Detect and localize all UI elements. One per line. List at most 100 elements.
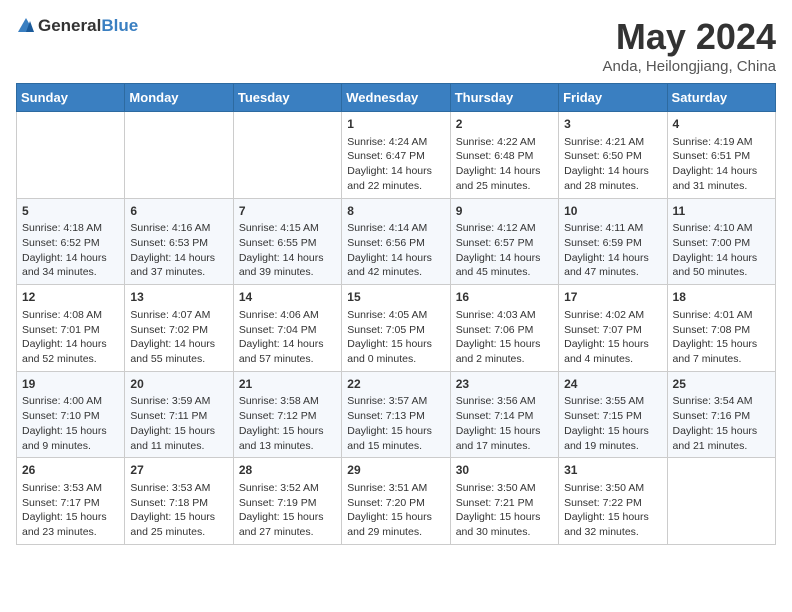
day-number: 23	[456, 376, 553, 393]
calendar-day: 11Sunrise: 4:10 AM Sunset: 7:00 PM Dayli…	[667, 198, 775, 285]
day-number: 16	[456, 289, 553, 306]
day-info: Sunrise: 3:51 AM Sunset: 7:20 PM Dayligh…	[347, 481, 444, 540]
location-subtitle: Anda, Heilongjiang, China	[603, 58, 776, 75]
logo-blue-text: Blue	[101, 16, 138, 35]
calendar-day: 19Sunrise: 4:00 AM Sunset: 7:10 PM Dayli…	[17, 371, 125, 458]
day-info: Sunrise: 3:52 AM Sunset: 7:19 PM Dayligh…	[239, 481, 336, 540]
day-info: Sunrise: 4:24 AM Sunset: 6:47 PM Dayligh…	[347, 135, 444, 194]
logo: GeneralBlue	[16, 16, 138, 36]
day-info: Sunrise: 4:10 AM Sunset: 7:00 PM Dayligh…	[673, 221, 770, 280]
calendar-day	[667, 458, 775, 545]
day-info: Sunrise: 3:58 AM Sunset: 7:12 PM Dayligh…	[239, 394, 336, 453]
calendar-day: 10Sunrise: 4:11 AM Sunset: 6:59 PM Dayli…	[559, 198, 667, 285]
calendar-day: 3 Sunrise: 4:21 AM Sunset: 6:50 PM Daylig…	[559, 112, 667, 199]
day-number: 10	[564, 203, 661, 220]
day-number: 13	[130, 289, 227, 306]
calendar-day: 6Sunrise: 4:16 AM Sunset: 6:53 PM Daylig…	[125, 198, 233, 285]
day-number: 26	[22, 462, 119, 479]
day-number: 18	[673, 289, 770, 306]
calendar-day: 28 Sunrise: 3:52 AM Sunset: 7:19 PM Dayli…	[233, 458, 341, 545]
day-info: Sunrise: 3:53 AM Sunset: 7:17 PM Dayligh…	[22, 481, 119, 540]
calendar-day: 30 Sunrise: 3:50 AM Sunset: 7:21 PM Dayli…	[450, 458, 558, 545]
calendar-day: 26 Sunrise: 3:53 AM Sunset: 7:17 PM Dayli…	[17, 458, 125, 545]
day-number: 20	[130, 376, 227, 393]
day-info: Sunrise: 4:12 AM Sunset: 6:57 PM Dayligh…	[456, 221, 553, 280]
weekday-header-sunday: Sunday	[17, 84, 125, 112]
day-number: 3	[564, 116, 661, 133]
day-info: Sunrise: 4:08 AM Sunset: 7:01 PM Dayligh…	[22, 308, 119, 367]
calendar-day: 5Sunrise: 4:18 AM Sunset: 6:52 PM Daylig…	[17, 198, 125, 285]
day-number: 12	[22, 289, 119, 306]
calendar-day	[125, 112, 233, 199]
day-info: Sunrise: 3:50 AM Sunset: 7:22 PM Dayligh…	[564, 481, 661, 540]
calendar-body: 1 Sunrise: 4:24 AM Sunset: 6:47 PM Daylig…	[17, 112, 776, 545]
calendar-day: 16 Sunrise: 4:03 AM Sunset: 7:06 PM Dayli…	[450, 285, 558, 372]
day-number: 5	[22, 203, 119, 220]
day-info: Sunrise: 4:18 AM Sunset: 6:52 PM Dayligh…	[22, 221, 119, 280]
day-number: 29	[347, 462, 444, 479]
month-year-title: May 2024	[603, 16, 776, 58]
calendar-day	[233, 112, 341, 199]
calendar-day: 24Sunrise: 3:55 AM Sunset: 7:15 PM Dayli…	[559, 371, 667, 458]
calendar-day: 9Sunrise: 4:12 AM Sunset: 6:57 PM Daylig…	[450, 198, 558, 285]
calendar-day: 21Sunrise: 3:58 AM Sunset: 7:12 PM Dayli…	[233, 371, 341, 458]
calendar-day: 25Sunrise: 3:54 AM Sunset: 7:16 PM Dayli…	[667, 371, 775, 458]
calendar-day: 13 Sunrise: 4:07 AM Sunset: 7:02 PM Dayli…	[125, 285, 233, 372]
day-number: 27	[130, 462, 227, 479]
day-info: Sunrise: 4:01 AM Sunset: 7:08 PM Dayligh…	[673, 308, 770, 367]
calendar-week-4: 19Sunrise: 4:00 AM Sunset: 7:10 PM Dayli…	[17, 371, 776, 458]
day-info: Sunrise: 3:55 AM Sunset: 7:15 PM Dayligh…	[564, 394, 661, 453]
calendar-day: 23Sunrise: 3:56 AM Sunset: 7:14 PM Dayli…	[450, 371, 558, 458]
day-info: Sunrise: 4:06 AM Sunset: 7:04 PM Dayligh…	[239, 308, 336, 367]
title-block: May 2024 Anda, Heilongjiang, China	[603, 16, 776, 75]
day-info: Sunrise: 4:05 AM Sunset: 7:05 PM Dayligh…	[347, 308, 444, 367]
calendar-day: 27Sunrise: 3:53 AM Sunset: 7:18 PM Dayli…	[125, 458, 233, 545]
day-number: 30	[456, 462, 553, 479]
weekday-header-friday: Friday	[559, 84, 667, 112]
calendar-day: 20Sunrise: 3:59 AM Sunset: 7:11 PM Dayli…	[125, 371, 233, 458]
calendar-day: 7Sunrise: 4:15 AM Sunset: 6:55 PM Daylig…	[233, 198, 341, 285]
day-number: 22	[347, 376, 444, 393]
day-info: Sunrise: 4:07 AM Sunset: 7:02 PM Dayligh…	[130, 308, 227, 367]
day-info: Sunrise: 4:14 AM Sunset: 6:56 PM Dayligh…	[347, 221, 444, 280]
day-info: Sunrise: 4:21 AM Sunset: 6:50 PM Dayligh…	[564, 135, 661, 194]
calendar-day: 15 Sunrise: 4:05 AM Sunset: 7:05 PM Dayli…	[342, 285, 450, 372]
day-info: Sunrise: 3:50 AM Sunset: 7:21 PM Dayligh…	[456, 481, 553, 540]
calendar-week-1: 1 Sunrise: 4:24 AM Sunset: 6:47 PM Daylig…	[17, 112, 776, 199]
weekday-header-saturday: Saturday	[667, 84, 775, 112]
calendar-day: 12 Sunrise: 4:08 AM Sunset: 7:01 PM Dayli…	[17, 285, 125, 372]
day-number: 15	[347, 289, 444, 306]
calendar-day: 14Sunrise: 4:06 AM Sunset: 7:04 PM Dayli…	[233, 285, 341, 372]
calendar-day: 4Sunrise: 4:19 AM Sunset: 6:51 PM Daylig…	[667, 112, 775, 199]
weekday-header-tuesday: Tuesday	[233, 84, 341, 112]
day-info: Sunrise: 4:19 AM Sunset: 6:51 PM Dayligh…	[673, 135, 770, 194]
day-number: 24	[564, 376, 661, 393]
day-number: 11	[673, 203, 770, 220]
day-info: Sunrise: 4:15 AM Sunset: 6:55 PM Dayligh…	[239, 221, 336, 280]
day-info: Sunrise: 4:11 AM Sunset: 6:59 PM Dayligh…	[564, 221, 661, 280]
weekday-header-monday: Monday	[125, 84, 233, 112]
day-info: Sunrise: 4:00 AM Sunset: 7:10 PM Dayligh…	[22, 394, 119, 453]
day-number: 8	[347, 203, 444, 220]
day-number: 31	[564, 462, 661, 479]
calendar-day: 17 Sunrise: 4:02 AM Sunset: 7:07 PM Dayli…	[559, 285, 667, 372]
day-number: 28	[239, 462, 336, 479]
day-number: 17	[564, 289, 661, 306]
day-info: Sunrise: 3:56 AM Sunset: 7:14 PM Dayligh…	[456, 394, 553, 453]
day-info: Sunrise: 4:02 AM Sunset: 7:07 PM Dayligh…	[564, 308, 661, 367]
day-number: 19	[22, 376, 119, 393]
calendar-day: 29 Sunrise: 3:51 AM Sunset: 7:20 PM Dayli…	[342, 458, 450, 545]
calendar-day: 1 Sunrise: 4:24 AM Sunset: 6:47 PM Daylig…	[342, 112, 450, 199]
weekday-header-row: SundayMondayTuesdayWednesdayThursdayFrid…	[17, 84, 776, 112]
day-number: 7	[239, 203, 336, 220]
day-number: 9	[456, 203, 553, 220]
calendar-day: 22Sunrise: 3:57 AM Sunset: 7:13 PM Dayli…	[342, 371, 450, 458]
weekday-header-thursday: Thursday	[450, 84, 558, 112]
day-info: Sunrise: 3:57 AM Sunset: 7:13 PM Dayligh…	[347, 394, 444, 453]
day-info: Sunrise: 4:03 AM Sunset: 7:06 PM Dayligh…	[456, 308, 553, 367]
day-info: Sunrise: 4:22 AM Sunset: 6:48 PM Dayligh…	[456, 135, 553, 194]
calendar-day: 8Sunrise: 4:14 AM Sunset: 6:56 PM Daylig…	[342, 198, 450, 285]
day-number: 6	[130, 203, 227, 220]
calendar-day: 18 Sunrise: 4:01 AM Sunset: 7:08 PM Dayli…	[667, 285, 775, 372]
day-number: 1	[347, 116, 444, 133]
